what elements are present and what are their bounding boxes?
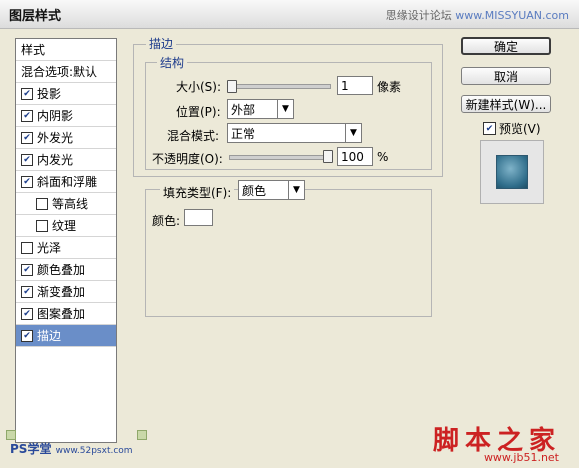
- checkbox-checked-icon[interactable]: ✔: [21, 153, 33, 166]
- checkbox-checked-icon[interactable]: ✔: [21, 329, 33, 342]
- style-list-item-label: 等高线: [52, 197, 89, 211]
- style-list-header-label: 样式: [21, 43, 46, 57]
- style-list-item[interactable]: ✔ 渐变叠加: [16, 281, 116, 303]
- opacity-unit: %: [377, 150, 389, 164]
- style-list-item-label: 纹理: [52, 219, 77, 233]
- preview-thumbnail: [496, 155, 528, 189]
- watermark-bottom-right-url: www.jb51.net: [483, 451, 559, 464]
- position-select-value: 外部: [231, 102, 256, 117]
- style-list: 样式 混合选项:默认 ✔ 投影 ✔ 内阴影 ✔ 外发光 ✔ 内发光 ✔ 斜面和浮雕等高线纹理光泽 ✔ 颜…: [15, 38, 117, 443]
- style-list-item[interactable]: ✔ 图案叠加: [16, 303, 116, 325]
- resize-grip-icon: [137, 430, 147, 440]
- style-preview: [480, 140, 544, 204]
- style-list-item-label: 混合选项:默认: [21, 65, 98, 79]
- stroke-group-title: 描边: [146, 35, 177, 52]
- size-input[interactable]: 1: [337, 76, 373, 95]
- style-list-header: 样式: [16, 39, 116, 61]
- title-bar: 图层样式 思缘设计论坛 www.MISSYUAN.com: [0, 0, 579, 29]
- fill-type-select-value: 颜色: [242, 183, 267, 198]
- style-list-item-label: 投影: [37, 87, 62, 101]
- cancel-button[interactable]: 取消: [461, 67, 551, 85]
- style-list-item[interactable]: ✔ 描边: [16, 325, 116, 347]
- style-list-item[interactable]: ✔ 斜面和浮雕: [16, 171, 116, 193]
- chevron-down-icon: ▼: [277, 100, 293, 118]
- opacity-slider[interactable]: [229, 155, 331, 160]
- size-unit: 像素: [377, 80, 402, 94]
- blend-mode-select[interactable]: 正常 ▼: [227, 123, 362, 143]
- new-style-button[interactable]: 新建样式(W)...: [461, 95, 551, 113]
- opacity-label: 不透明度(O):: [152, 152, 223, 166]
- style-list-item-label: 光泽: [37, 241, 62, 255]
- style-list-item-label: 内发光: [37, 153, 74, 167]
- watermark-bottom-left: PS学堂 www.52psxt.com: [10, 440, 133, 457]
- style-list-item-label: 外发光: [37, 131, 74, 145]
- style-list-item[interactable]: 光泽: [16, 237, 116, 259]
- checkbox-unchecked-icon[interactable]: [36, 219, 48, 232]
- fill-type-select[interactable]: 颜色 ▼: [238, 180, 305, 200]
- preview-label: 预览(V): [499, 122, 541, 136]
- watermark-top-url: www.MISSYUAN.com: [455, 9, 569, 22]
- ok-button[interactable]: 确定: [461, 37, 551, 55]
- checkbox-checked-icon[interactable]: ✔: [21, 175, 33, 188]
- color-swatch[interactable]: [184, 209, 213, 226]
- window-title: 图层样式: [9, 9, 62, 24]
- style-list-item-label: 描边: [37, 329, 62, 343]
- opacity-input[interactable]: 100: [337, 147, 373, 166]
- watermark-top-text: 思缘设计论坛: [385, 9, 452, 22]
- blend-mode-label: 混合模式:: [167, 129, 220, 143]
- preview-toggle[interactable]: ✔ 预览(V): [483, 120, 541, 137]
- checkbox-unchecked-icon[interactable]: [21, 241, 33, 254]
- chevron-down-icon: ▼: [288, 181, 304, 199]
- watermark-bottom-left-url: www.52psxt.com: [55, 446, 133, 456]
- size-label: 大小(S):: [176, 80, 222, 94]
- checkbox-unchecked-icon[interactable]: [36, 197, 48, 210]
- style-list-item[interactable]: ✔ 内阴影: [16, 105, 116, 127]
- style-list-item-label: 内阴影: [37, 109, 74, 123]
- style-list-item[interactable]: ✔ 外发光: [16, 127, 116, 149]
- color-label: 颜色:: [152, 214, 181, 228]
- checkbox-checked-icon[interactable]: ✔: [21, 87, 33, 100]
- size-slider-thumb[interactable]: [227, 80, 237, 93]
- position-select[interactable]: 外部 ▼: [227, 99, 294, 119]
- style-list-item-label: 图案叠加: [37, 307, 86, 321]
- chevron-down-icon: ▼: [345, 124, 361, 142]
- checkbox-checked-icon[interactable]: ✔: [21, 263, 33, 276]
- watermark-top: 思缘设计论坛 www.MISSYUAN.com: [386, 7, 569, 23]
- watermark-bottom-left-text: PS学堂: [10, 442, 52, 456]
- opacity-slider-thumb[interactable]: [323, 150, 333, 163]
- style-list-item[interactable]: 等高线: [16, 193, 116, 215]
- checkbox-checked-icon[interactable]: ✔: [21, 109, 33, 122]
- style-list-item[interactable]: 纹理: [16, 215, 116, 237]
- style-list-item-label: 渐变叠加: [37, 285, 86, 299]
- blend-mode-select-value: 正常: [231, 126, 256, 141]
- checkbox-checked-icon[interactable]: ✔: [21, 285, 33, 298]
- style-list-item[interactable]: ✔ 内发光: [16, 149, 116, 171]
- style-list-item[interactable]: 混合选项:默认: [16, 61, 116, 83]
- structure-group-title: 结构: [157, 54, 188, 71]
- fill-type-label: 填充类型(F):: [160, 184, 235, 201]
- style-list-item[interactable]: ✔ 颜色叠加: [16, 259, 116, 281]
- preview-checkbox[interactable]: ✔: [483, 122, 496, 135]
- position-label: 位置(P):: [176, 105, 221, 119]
- style-list-item-label: 斜面和浮雕: [37, 175, 98, 189]
- size-slider[interactable]: [229, 84, 331, 89]
- resize-grip-icon: [6, 430, 16, 440]
- style-list-item-label: 颜色叠加: [37, 263, 86, 277]
- checkbox-checked-icon[interactable]: ✔: [21, 307, 33, 320]
- style-list-item[interactable]: ✔ 投影: [16, 83, 116, 105]
- checkbox-checked-icon[interactable]: ✔: [21, 131, 33, 144]
